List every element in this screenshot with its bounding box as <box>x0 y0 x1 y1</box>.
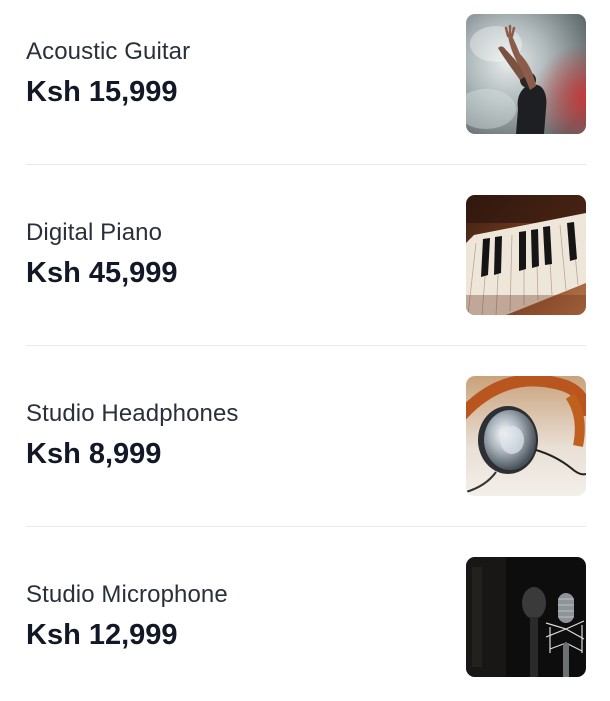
product-price: Ksh 15,999 <box>26 76 178 108</box>
list-item-studio-microphone[interactable]: Studio Microphone Ksh 12,999 <box>26 557 586 677</box>
product-price: Ksh 45,999 <box>26 257 178 289</box>
piano-keys-image[interactable] <box>466 195 586 315</box>
concert-performer-image[interactable] <box>466 14 586 134</box>
divider <box>26 345 586 346</box>
list-item-acoustic-guitar[interactable]: Acoustic Guitar Ksh 15,999 <box>26 14 586 134</box>
product-name: Digital Piano <box>26 219 163 246</box>
headphones-image[interactable] <box>466 376 586 496</box>
divider <box>26 526 586 527</box>
product-name: Acoustic Guitar <box>26 38 191 65</box>
product-list: Acoustic Guitar Ksh 15,999 Digital Piano… <box>0 0 610 701</box>
list-item-studio-headphones[interactable]: Studio Headphones Ksh 8,999 <box>26 376 586 496</box>
product-price: Ksh 8,999 <box>26 438 162 470</box>
list-item-digital-piano[interactable]: Digital Piano Ksh 45,999 <box>26 195 586 315</box>
product-name: Studio Microphone <box>26 581 228 608</box>
product-name: Studio Headphones <box>26 400 239 427</box>
microphone-image[interactable] <box>466 557 586 677</box>
product-price: Ksh 12,999 <box>26 619 178 651</box>
divider <box>26 164 586 165</box>
